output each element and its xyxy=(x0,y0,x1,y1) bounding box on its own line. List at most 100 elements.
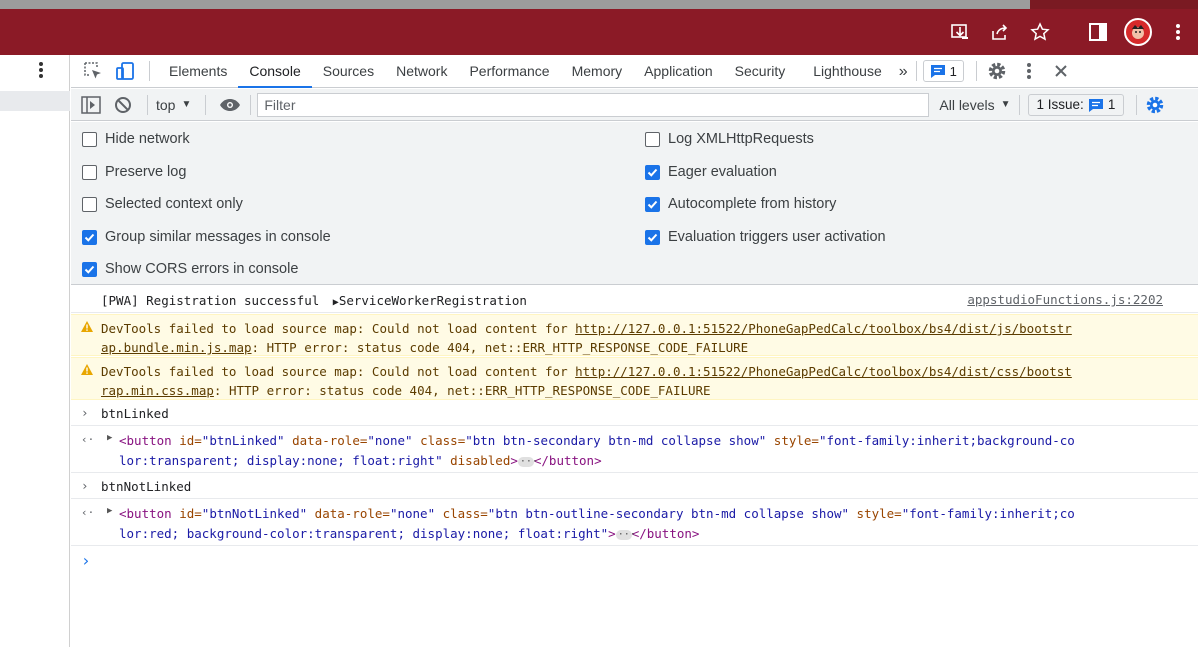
issues-button[interactable]: 1 Issue: 1 xyxy=(1027,93,1125,116)
warning-url-link[interactable]: http://127.0.0.1:51522/PhoneGapPedCalc/t… xyxy=(575,321,1072,336)
html-attr: class= xyxy=(435,506,488,521)
tab-sources[interactable]: Sources xyxy=(312,55,385,88)
tab-network[interactable]: Network xyxy=(385,55,458,88)
star-icon[interactable] xyxy=(1020,9,1060,55)
checkmark-icon xyxy=(647,200,658,209)
setting-evaluation-triggers-activation[interactable]: Evaluation triggers user activation xyxy=(645,229,886,245)
checkbox-checked[interactable] xyxy=(645,196,660,212)
input-command: btnLinked xyxy=(101,406,169,421)
checkbox-checked[interactable] xyxy=(82,261,97,277)
checkmark-icon xyxy=(647,168,658,177)
setting-label: Selected context only xyxy=(105,196,243,212)
html-attr-value: "btn btn-outline-secondary btn-md collap… xyxy=(487,506,850,521)
tab-lighthouse[interactable]: Lighthouse xyxy=(802,55,893,88)
checkbox-checked[interactable] xyxy=(645,164,660,180)
console-prompt[interactable]: › xyxy=(71,547,1198,577)
checkbox[interactable] xyxy=(82,164,97,180)
toolbar-divider xyxy=(1060,9,1078,55)
setting-preserve-log[interactable]: Preserve log xyxy=(82,164,186,180)
more-tabs-button[interactable]: » xyxy=(893,55,914,88)
tabbar-separator-2 xyxy=(915,61,917,81)
setting-hide-network[interactable]: Hide network xyxy=(82,131,190,147)
close-icon[interactable] xyxy=(1045,55,1077,87)
ellipsis-expand-icon[interactable] xyxy=(615,525,636,545)
live-expression-eye-icon[interactable] xyxy=(214,89,246,121)
warning-icon xyxy=(81,363,93,378)
clear-console-icon[interactable] xyxy=(107,89,139,121)
page-kebab-icon[interactable] xyxy=(38,61,44,82)
page-selected-row xyxy=(0,91,70,111)
message-icon xyxy=(1088,98,1103,112)
tab-elements[interactable]: Elements xyxy=(158,55,238,88)
log-text: [PWA] Registration successful xyxy=(101,293,320,308)
warning-text-suffix: : HTTP error: status code 404, net::ERR_… xyxy=(213,383,711,398)
setting-show-cors-errors[interactable]: Show CORS errors in console xyxy=(82,261,298,277)
console-settings-gear-icon[interactable] xyxy=(1143,89,1167,121)
install-icon[interactable] xyxy=(940,9,980,55)
issues-count: 1 xyxy=(1107,97,1116,112)
toolbar-separator-5 xyxy=(1136,94,1138,115)
inspect-element-icon[interactable] xyxy=(77,55,109,87)
tab-application[interactable]: Application xyxy=(633,55,724,88)
tab-memory[interactable]: Memory xyxy=(561,55,634,88)
device-toolbar-icon[interactable] xyxy=(109,55,141,87)
devtools-kebab-icon[interactable] xyxy=(1013,55,1045,87)
ellipsis-expand-icon[interactable] xyxy=(517,452,538,472)
html-attr-value: "btnLinked" xyxy=(201,433,285,448)
tab-security[interactable]: Security xyxy=(724,55,797,88)
browser-toolbar xyxy=(0,0,1198,55)
prompt-chevron-icon: › xyxy=(81,551,91,570)
log-source-link[interactable]: appstudioFunctions.js:2202 xyxy=(967,292,1163,307)
sidebar-toggle-icon[interactable] xyxy=(75,89,107,121)
html-attr-value: "font-family:inherit;background-co xyxy=(818,433,1075,448)
profile-avatar[interactable] xyxy=(1118,9,1158,55)
issues-badge-count: 1 xyxy=(949,63,957,79)
console-messages: [PWA] Registration successful ▶ ServiceWo… xyxy=(71,286,1198,647)
setting-label: Eager evaluation xyxy=(668,164,777,180)
console-log-message: [PWA] Registration successful ▶ServiceWo… xyxy=(71,286,1198,313)
context-selector[interactable]: top ▼ xyxy=(156,97,197,113)
setting-selected-context-only[interactable]: Selected context only xyxy=(82,196,243,212)
html-attr-value: lor:red; background-color:transparent; d… xyxy=(119,526,609,541)
share-icon[interactable] xyxy=(980,9,1020,55)
gear-icon[interactable] xyxy=(981,55,1013,87)
checkbox[interactable] xyxy=(645,131,660,147)
checkbox[interactable] xyxy=(82,196,97,212)
setting-eager-evaluation[interactable]: Eager evaluation xyxy=(645,164,777,180)
warning-text: DevTools failed to load source map: Coul… xyxy=(101,321,576,336)
browser-menu-icon[interactable] xyxy=(1158,9,1198,55)
html-tag-close-bracket: > xyxy=(608,526,616,541)
setting-autocomplete-history[interactable]: Autocomplete from history xyxy=(645,196,836,212)
tab-performance[interactable]: Performance xyxy=(458,55,560,88)
log-levels-dropdown[interactable]: All levels ▼ xyxy=(939,97,1010,113)
result-arrow-icon: ‹· xyxy=(81,506,95,519)
caret-down-icon: ▼ xyxy=(181,99,192,110)
console-result: ‹· ▶ <button id="btnNotLinked" data-role… xyxy=(71,500,1198,546)
expand-triangle-icon[interactable]: ▶ xyxy=(107,433,112,443)
issues-badge-button[interactable]: 1 xyxy=(922,60,964,82)
console-warning-message: DevTools failed to load source map: Coul… xyxy=(71,357,1198,400)
html-tag-open: <button xyxy=(119,433,180,448)
input-chevron-icon: › xyxy=(81,478,89,493)
sidepanel-icon[interactable] xyxy=(1078,9,1118,55)
checkbox[interactable] xyxy=(82,131,97,147)
log-object[interactable]: ServiceWorkerRegistration xyxy=(339,293,527,308)
setting-group-similar[interactable]: Group similar messages in console xyxy=(82,229,331,245)
warning-url-link[interactable]: http://127.0.0.1:51522/PhoneGapPedCalc/t… xyxy=(575,364,1072,379)
expand-triangle-icon[interactable]: ▶ xyxy=(107,506,112,516)
devtools-panel: Elements Console Sources Network Perform… xyxy=(71,55,1198,647)
setting-log-xmlhttprequests[interactable]: Log XMLHttpRequests xyxy=(645,131,814,147)
console-input-line: › btnLinked xyxy=(71,401,1198,426)
tab-console[interactable]: Console xyxy=(238,55,312,88)
html-attr: data-role= xyxy=(284,433,368,448)
checkbox-checked[interactable] xyxy=(82,229,97,245)
filter-input[interactable] xyxy=(257,92,930,117)
page-viewport xyxy=(0,55,70,647)
html-tag-close-bracket: > xyxy=(510,453,518,468)
browser-actions xyxy=(940,9,1198,55)
warning-url-link-cont[interactable]: ap.bundle.min.js.map xyxy=(101,340,252,355)
warning-url-link-cont[interactable]: rap.min.css.map xyxy=(101,383,214,398)
html-attr: style= xyxy=(766,433,819,448)
devtools-tabbar: Elements Console Sources Network Perform… xyxy=(71,55,1198,88)
checkbox-checked[interactable] xyxy=(645,229,660,245)
